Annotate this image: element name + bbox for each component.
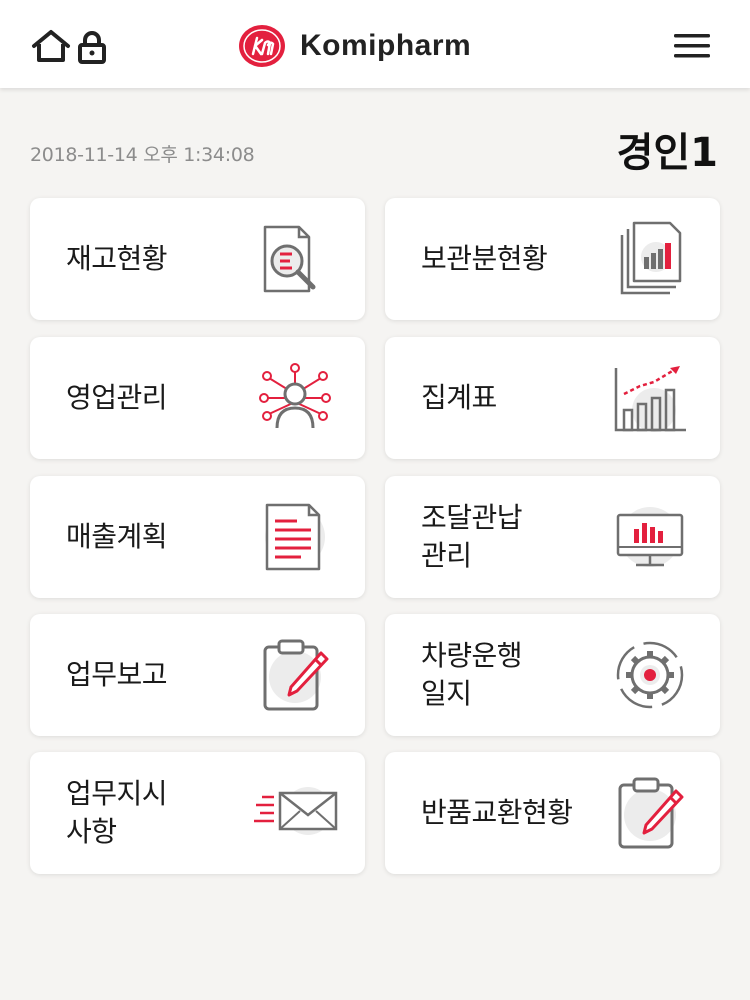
user-name: 경인1: [616, 130, 718, 176]
menu-card-sales-management[interactable]: 영업관리: [30, 337, 365, 459]
sales-network-icon: [259, 363, 331, 429]
fast-mail-icon: [254, 787, 338, 835]
menu-card-label: 반품교환현황: [421, 796, 573, 829]
menu-card-sales-plan[interactable]: 매출계획: [30, 476, 365, 598]
menu-card-procurement[interactable]: 조달관납 관리: [385, 476, 720, 598]
procurement-monitor-icon: [616, 507, 684, 567]
menu-card-label: 집계표: [421, 381, 497, 414]
menu-card-storage[interactable]: 보관분현황: [385, 198, 720, 320]
brand-logo[interactable]: Komipharm: [238, 24, 471, 68]
menu-card-vehicle-log[interactable]: 차량운행 일지: [385, 614, 720, 736]
menu-card-work-report[interactable]: 업무보고: [30, 614, 365, 736]
menu-card-label: 매출계획: [66, 520, 168, 553]
menu-card-label: 조달관납 관리: [421, 501, 523, 572]
menu-card-label: 영업관리: [66, 381, 168, 414]
clipboard-pencil-icon: [263, 639, 329, 711]
inventory-search-icon: [263, 225, 316, 293]
menu-card-label: 차량운행 일지: [421, 639, 523, 710]
menu-card-work-instructions[interactable]: 업무지시 사항: [30, 752, 365, 874]
current-timestamp: 2018-11-14 오후 1:34:08: [30, 144, 255, 166]
app-header: Komipharm: [0, 0, 750, 88]
home-icon[interactable]: [30, 28, 72, 64]
storage-report-icon: [620, 221, 682, 295]
return-clipboard-icon: [618, 777, 684, 849]
vehicle-gear-icon: [616, 641, 684, 709]
komipharm-logo-icon: [239, 25, 285, 67]
menu-icon[interactable]: [672, 30, 712, 62]
menu-card-returns[interactable]: 반품교환현황: [385, 752, 720, 874]
menu-card-label: 재고현황: [66, 242, 168, 275]
menu-card-label: 업무보고: [66, 658, 168, 691]
menu-card-label: 업무지시 사항: [66, 777, 168, 848]
menu-card-label: 보관분현황: [421, 242, 548, 275]
lock-icon[interactable]: [78, 30, 106, 64]
menu-card-inventory[interactable]: 재고현황: [30, 198, 365, 320]
brand-name: Komipharm: [300, 29, 472, 62]
sales-plan-document-icon: [265, 503, 325, 571]
menu-card-summary[interactable]: 집계표: [385, 337, 720, 459]
growth-chart-icon: [614, 366, 686, 432]
